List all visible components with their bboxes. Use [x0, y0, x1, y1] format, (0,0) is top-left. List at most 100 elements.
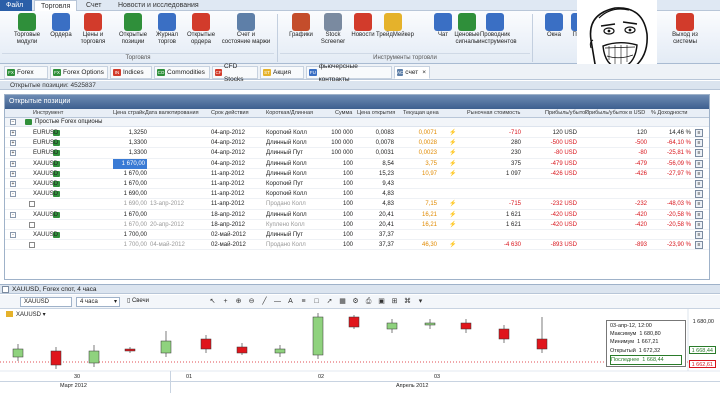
trade-journal-button[interactable]: Журнал торгов — [150, 13, 184, 46]
column-header[interactable]: % Доходности — [651, 109, 687, 118]
column-header[interactable]: Сумма — [335, 109, 352, 118]
stock-screener-button[interactable]: Stock Screener — [316, 13, 350, 46]
cell-pl: -420 USD — [550, 211, 577, 218]
expand-icon[interactable]: + — [10, 181, 16, 187]
open-orders-button[interactable]: Открытые ордера — [184, 13, 218, 46]
table-row[interactable]: - XAUUSD 1 700,00 02-май-2012 Длинный Пут 100… — [5, 230, 709, 241]
table-row[interactable]: + EURUSD 1,3300 04-апр-2012 Длинный Колл 100 … — [5, 138, 709, 149]
tab-news-research[interactable]: Новости и исследования — [112, 0, 205, 11]
row-menu-icon[interactable]: ≡ — [695, 210, 703, 219]
charts-button[interactable]: Графики — [284, 13, 318, 39]
logout-button[interactable]: Выход из системы — [668, 13, 702, 46]
zoom-in-icon[interactable]: ⊕ — [234, 297, 243, 307]
table-row[interactable]: - XAUUSD 1 690,00 11-апр-2012 Короткий Колл 1… — [5, 189, 709, 200]
tab-instrument-5[interactable]: ST Акция — [260, 66, 304, 79]
prices-button[interactable]: Цены и торговля — [76, 13, 110, 46]
fib-icon[interactable]: ≡ — [299, 297, 308, 307]
attach-icon[interactable]: ⌘ — [403, 297, 412, 307]
cell-current: 0,0071 — [418, 130, 437, 136]
account-margin-button[interactable]: Счет и состояние маржи — [218, 13, 274, 46]
timeframe-select[interactable]: 4 часа ▾ — [76, 297, 120, 307]
instrument-select[interactable]: XAUUSD — [20, 297, 72, 307]
crosshair-icon[interactable]: + — [221, 297, 230, 307]
table-row[interactable]: + XAUUSD 1 670,00 11-апр-2012 Длинный Колл 10… — [5, 169, 709, 179]
tab-instrument-6[interactable]: FU фьючерсные контракты — [306, 63, 392, 83]
line-icon[interactable]: ╱ — [260, 297, 269, 307]
row-menu-icon[interactable]: ≡ — [695, 241, 703, 250]
table-row[interactable]: + EURUSD 1,3250 04-апр-2012 Короткий Колл 100… — [5, 128, 709, 139]
row-menu-icon[interactable]: ≡ — [695, 169, 703, 178]
table-row[interactable]: + XAUUSD 1 670,00 04-апр-2012 Длинный Колл 10… — [5, 158, 709, 169]
column-header[interactable]: Цена открытия — [357, 109, 395, 118]
collapse-icon[interactable]: - — [10, 191, 16, 198]
tab-instrument-2[interactable]: IN Indices — [110, 66, 152, 79]
trading-modules-button[interactable]: Торговые модули — [10, 13, 44, 46]
row-menu-icon[interactable]: ≡ — [695, 129, 703, 137]
group-row[interactable]: − Простые Forex опционы — [5, 118, 709, 127]
row-menu-icon[interactable]: ≡ — [695, 149, 703, 158]
row-menu-icon[interactable]: ≡ — [695, 200, 703, 209]
column-header[interactable]: Рыночная стоимость — [467, 109, 520, 118]
row-menu-icon[interactable]: ≡ — [695, 231, 703, 239]
column-header[interactable]: Прибыль/убыток в USD — [585, 109, 645, 118]
tab-instrument-7[interactable]: AC счет × — [394, 66, 430, 79]
cursor-icon[interactable]: ↖ — [208, 297, 217, 307]
table-row[interactable]: + EURUSD 1,3300 04-апр-2012 Длинный Пут 100 0… — [5, 148, 709, 159]
news-button[interactable]: Новости — [346, 13, 380, 39]
instrument-tab-label: Акция — [273, 69, 292, 76]
table-row[interactable]: + XAUUSD 1 670,00 11-апр-2012 Короткий Пут 10… — [5, 179, 709, 190]
grid-icon[interactable]: ▦ — [338, 297, 347, 307]
save-icon[interactable]: ▣ — [377, 297, 386, 307]
row-menu-icon[interactable]: ≡ — [695, 139, 703, 148]
shapes-icon[interactable]: □ — [312, 297, 321, 307]
column-header[interactable]: Короткая/Длинная — [266, 109, 313, 118]
file-menu[interactable]: Файл — [0, 0, 32, 11]
more-icon[interactable]: ▾ — [416, 297, 425, 307]
column-header[interactable]: Дата валютирования — [145, 109, 199, 118]
orders-button[interactable]: Ордера — [44, 13, 78, 39]
trademaker-button[interactable]: ТрейдМейкер — [376, 13, 414, 39]
expand-icon[interactable]: + — [10, 170, 16, 177]
expand-icon[interactable]: + — [10, 130, 16, 136]
tab-account[interactable]: Счет — [80, 0, 108, 11]
tab-instrument-0[interactable]: FX Forex — [4, 66, 48, 79]
table-row[interactable]: 1 690,00 13-апр-2012 11-апр-2012 Продано Ко… — [5, 199, 709, 210]
instrument-badge-icon: AC — [397, 69, 404, 76]
open-positions-button[interactable]: Открытые позиции — [116, 13, 150, 46]
tab-instrument-3[interactable]: CO Commodities — [154, 66, 210, 79]
expand-icon[interactable]: + — [10, 160, 16, 167]
tab-instrument-4[interactable]: CF CFD Stocks — [212, 63, 258, 83]
table-row[interactable]: 1 670,00 20-апр-2012 18-апр-2012 Куплено Ко… — [5, 220, 709, 230]
chart-style-select[interactable]: ▯ Свечи — [124, 297, 198, 307]
row-menu-icon[interactable]: ≡ — [695, 190, 703, 199]
expand-icon[interactable]: + — [10, 140, 16, 147]
row-menu-icon[interactable]: ≡ — [695, 180, 703, 188]
column-header[interactable]: Срок действия — [211, 109, 249, 118]
layout-icon[interactable]: ⊞ — [390, 297, 399, 307]
collapse-icon[interactable]: - — [10, 232, 16, 238]
tab-instrument-1[interactable]: FX Forex Options — [50, 66, 108, 79]
column-header[interactable]: Инструмент — [33, 109, 63, 118]
column-header[interactable]: Цена страйк — [113, 109, 145, 118]
column-header[interactable]: Прибыль/убыток — [545, 109, 588, 118]
instrument-explorer-button[interactable]: Проводник инструментов — [478, 13, 517, 46]
print-icon[interactable]: ⎙ — [364, 297, 373, 307]
text-icon[interactable]: A — [286, 297, 295, 307]
row-menu-icon[interactable]: ≡ — [695, 159, 703, 168]
settings-icon[interactable]: ⚙ — [351, 297, 360, 307]
close-tab-icon[interactable]: × — [422, 66, 426, 79]
column-header[interactable]: Текущая цена — [403, 109, 439, 118]
collapse-icon[interactable]: - — [10, 211, 16, 218]
zoom-out-icon[interactable]: ⊖ — [247, 297, 256, 307]
table-row[interactable]: 1 700,00 04-май-2012 02-май-2012 Продано Ко… — [5, 240, 709, 251]
open-positions-icon — [124, 13, 142, 31]
table-row[interactable]: - XAUUSD 1 670,00 18-апр-2012 Длинный Колл 10… — [5, 210, 709, 220]
row-menu-icon[interactable]: ≡ — [695, 220, 703, 229]
candle-down — [498, 328, 510, 340]
collapse-icon[interactable]: − — [10, 119, 16, 125]
price-chart[interactable]: XAUUSD ▾ 03-апр-12, 12:00 Максимум 1 680,… — [0, 309, 720, 394]
hline-icon[interactable]: — — [273, 297, 282, 307]
expand-icon[interactable]: + — [10, 150, 16, 157]
arrow-icon[interactable]: ➚ — [325, 297, 334, 307]
cell-amount: 100 — [342, 232, 353, 238]
